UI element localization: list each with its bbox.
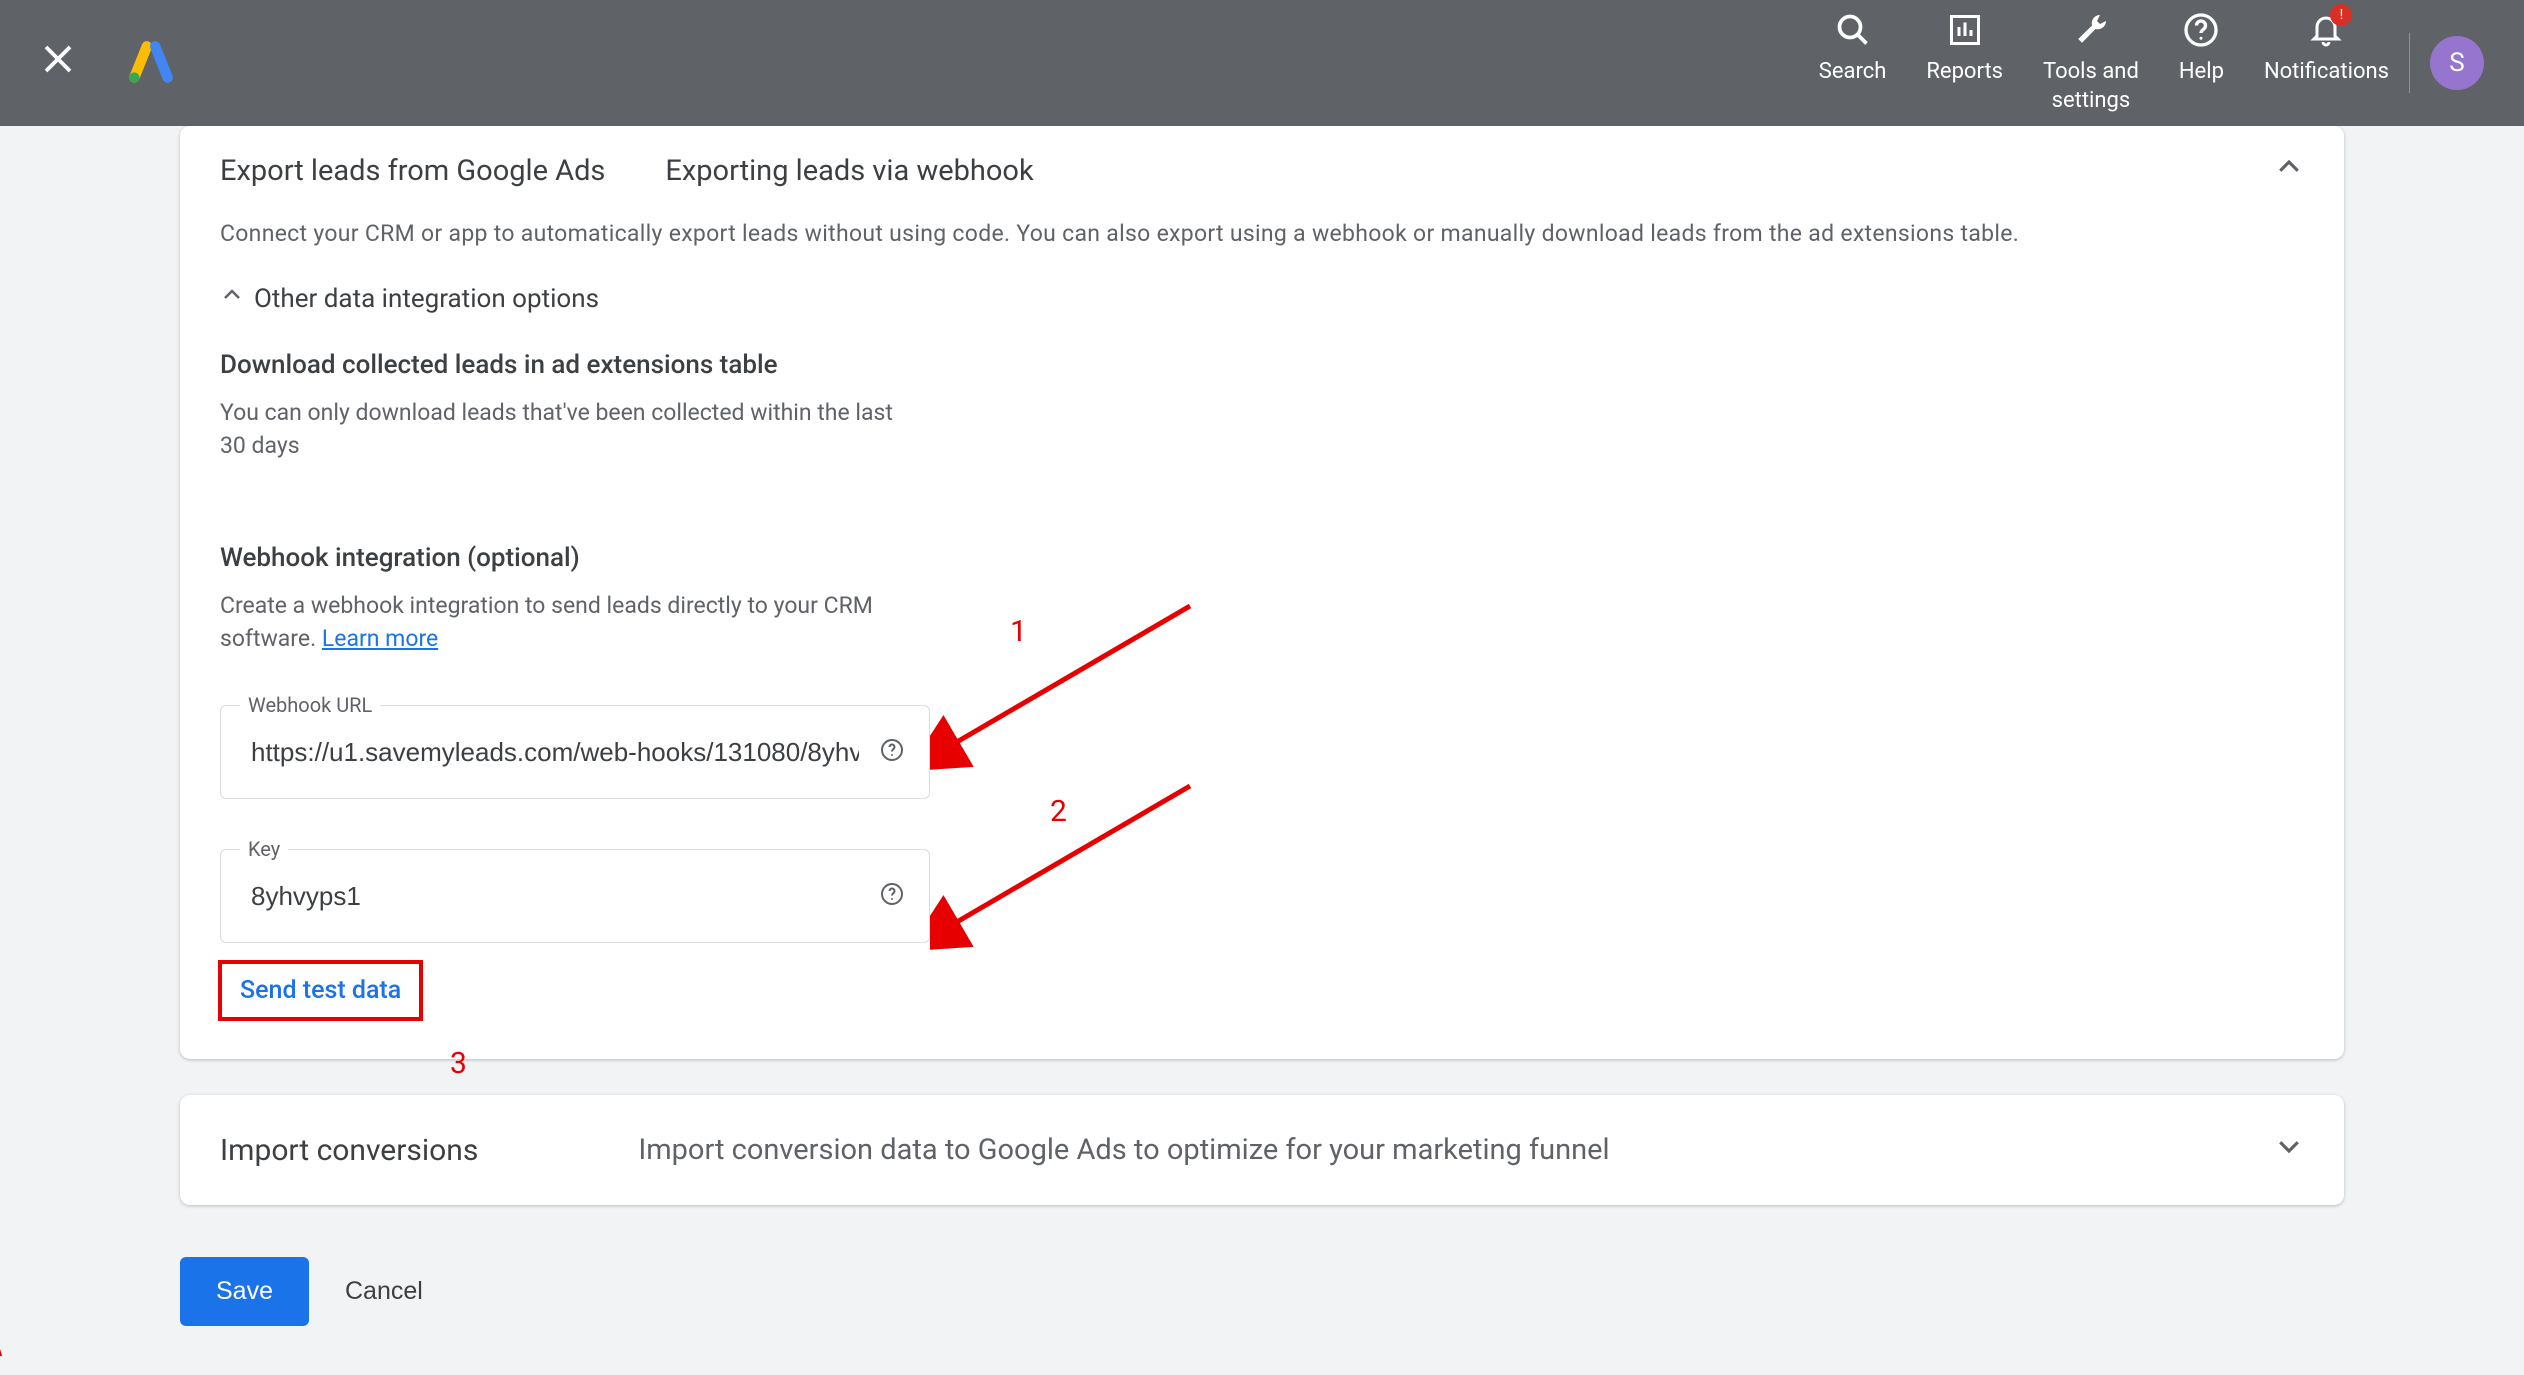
nav-notifications-label: Notifications xyxy=(2264,58,2389,87)
avatar-letter: S xyxy=(2449,48,2464,78)
bell-icon: ! xyxy=(2306,10,2346,50)
key-input[interactable] xyxy=(220,849,930,943)
nav-search[interactable]: Search xyxy=(1819,10,1887,87)
annotation-3: 3 xyxy=(450,1046,467,1081)
annotation-arrow-4 xyxy=(0,1176,30,1356)
nav-search-label: Search xyxy=(1819,58,1887,87)
avatar[interactable]: S xyxy=(2430,36,2484,90)
google-ads-logo-icon[interactable] xyxy=(126,38,176,88)
help-icon xyxy=(2181,10,2221,50)
nav-help-label: Help xyxy=(2179,58,2224,87)
learn-more-link[interactable]: Learn more xyxy=(322,625,438,652)
webhook-subtext: Create a webhook integration to send lea… xyxy=(220,589,920,656)
key-field-wrap: Key xyxy=(220,849,930,943)
header-left xyxy=(40,38,176,88)
annotation-arrow-1 xyxy=(930,596,1200,776)
import-title: Import conversions xyxy=(220,1133,478,1168)
export-leads-card: Export leads from Google Ads Exporting l… xyxy=(180,126,2344,1059)
other-options-toggle[interactable]: Other data integration options xyxy=(220,283,2304,314)
cancel-button[interactable]: Cancel xyxy=(345,1277,423,1306)
import-conversions-card[interactable]: Import conversions Import conversion dat… xyxy=(180,1095,2344,1205)
chevron-up-icon xyxy=(220,283,244,314)
annotation-arrow-2 xyxy=(930,776,1200,956)
app-header: Search Reports Tools and settings Help ! xyxy=(0,0,2524,126)
webhook-sub-prefix: Create a webhook integration to send lea… xyxy=(220,592,873,652)
webhook-url-label: Webhook URL xyxy=(240,693,380,717)
header-divider xyxy=(2409,33,2410,93)
webhook-url-input[interactable] xyxy=(220,705,930,799)
nav-tools[interactable]: Tools and settings xyxy=(2043,10,2139,115)
wrench-icon xyxy=(2071,10,2111,50)
key-label: Key xyxy=(240,837,288,861)
other-options-label: Other data integration options xyxy=(254,284,599,314)
download-heading: Download collected leads in ad extension… xyxy=(220,350,2304,380)
send-test-data-button[interactable]: Send test data xyxy=(220,962,421,1019)
button-row: Save Cancel xyxy=(180,1257,2344,1326)
card-title: Export leads from Google Ads xyxy=(220,154,605,188)
help-icon[interactable] xyxy=(880,882,904,910)
webhook-url-field-wrap: Webhook URL xyxy=(220,705,930,799)
help-icon[interactable] xyxy=(880,738,904,766)
import-desc: Import conversion data to Google Ads to … xyxy=(638,1133,1609,1167)
card-header-row: Export leads from Google Ads Exporting l… xyxy=(220,152,2304,190)
nav-notifications[interactable]: ! Notifications xyxy=(2264,10,2389,87)
annotation-2: 2 xyxy=(1050,794,1067,829)
webhook-heading: Webhook integration (optional) xyxy=(220,543,2304,573)
nav-help[interactable]: Help xyxy=(2179,10,2224,87)
chevron-down-icon[interactable] xyxy=(2274,1131,2304,1169)
save-button[interactable]: Save xyxy=(180,1257,309,1326)
annotation-1: 1 xyxy=(1010,614,1027,649)
search-icon xyxy=(1833,10,1873,50)
collapse-icon[interactable] xyxy=(2274,152,2304,190)
download-subtext: You can only download leads that've been… xyxy=(220,396,920,463)
content-wrap: Export leads from Google Ads Exporting l… xyxy=(0,126,2524,1366)
reports-icon xyxy=(1945,10,1985,50)
close-icon[interactable] xyxy=(40,41,76,85)
nav-tools-label: Tools and settings xyxy=(2043,58,2139,115)
header-nav: Search Reports Tools and settings Help ! xyxy=(1819,10,2389,115)
card-description: Connect your CRM or app to automatically… xyxy=(220,220,2304,247)
notification-badge: ! xyxy=(2330,4,2352,26)
card-title-secondary: Exporting leads via webhook xyxy=(665,154,1033,188)
nav-reports[interactable]: Reports xyxy=(1926,10,2003,87)
nav-reports-label: Reports xyxy=(1926,58,2003,87)
